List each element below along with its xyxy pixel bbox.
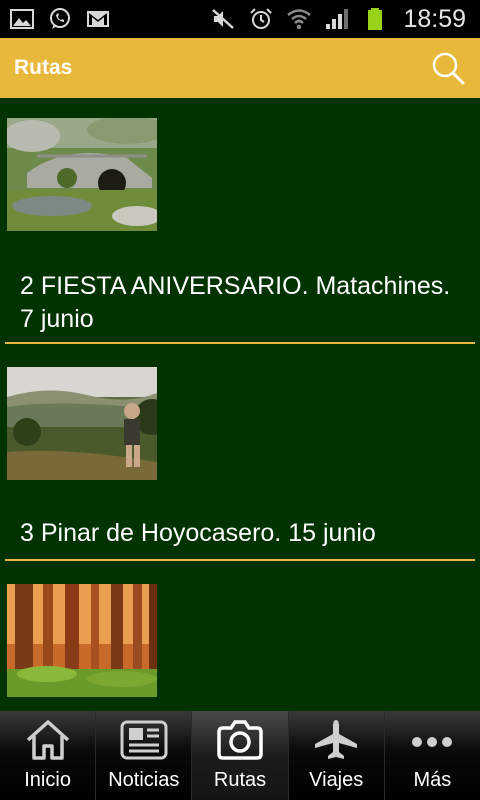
tab-label: Viajes xyxy=(309,769,364,791)
list-item[interactable] xyxy=(0,562,480,711)
tab-label: Rutas xyxy=(213,769,267,791)
route-thumbnail xyxy=(7,118,157,231)
more-icon xyxy=(407,717,457,763)
tab-inicio[interactable]: Inicio xyxy=(0,711,95,800)
alarm-icon xyxy=(247,7,275,31)
whatsapp-icon xyxy=(46,7,74,31)
app-header: Rutas xyxy=(0,38,480,98)
battery-icon xyxy=(361,7,389,31)
tab-label: Más xyxy=(413,769,452,791)
signal-icon xyxy=(323,7,351,31)
gmail-icon xyxy=(84,7,112,31)
home-icon xyxy=(23,717,73,763)
wifi-icon xyxy=(285,7,313,31)
system-icons: 18:59 xyxy=(209,5,466,34)
list-item[interactable]: 2 FIESTA ANIVERSARIO. Matachines. 7 juni… xyxy=(0,98,480,345)
route-divider xyxy=(5,342,475,344)
camera-icon xyxy=(215,717,265,763)
bottom-navigation: Inicio Noticias Rutas Viajes Más xyxy=(0,711,480,800)
search-button[interactable] xyxy=(428,48,468,88)
tab-label: Noticias xyxy=(108,769,180,791)
tab-label: Inicio xyxy=(24,769,71,791)
routes-list: 2 FIESTA ANIVERSARIO. Matachines. 7 juni… xyxy=(0,98,480,711)
tab-viajes[interactable]: Viajes xyxy=(289,711,384,800)
page-title: Rutas xyxy=(14,56,73,79)
route-thumbnail xyxy=(7,584,157,697)
clock: 18:59 xyxy=(403,4,466,33)
app-screen: 18:59 Rutas 2 FIESTA ANIVERSARIO. Matach… xyxy=(0,0,480,800)
mute-icon xyxy=(209,7,237,31)
notification-icons xyxy=(8,7,112,31)
tab-mas[interactable]: Más xyxy=(385,711,480,800)
route-title: 3 Pinar de Hoyocasero. 15 junio xyxy=(20,519,376,547)
route-thumbnail xyxy=(7,367,157,480)
search-icon xyxy=(432,52,465,85)
route-divider xyxy=(5,559,475,561)
tab-noticias[interactable]: Noticias xyxy=(96,711,191,800)
list-item[interactable]: 3 Pinar de Hoyocasero. 15 junio xyxy=(0,345,480,562)
newspaper-icon xyxy=(119,717,169,763)
airplane-icon xyxy=(311,717,361,763)
gallery-icon xyxy=(8,7,36,31)
tab-rutas[interactable]: Rutas xyxy=(192,711,288,800)
route-title: 2 FIESTA ANIVERSARIO. Matachines. 7 juni… xyxy=(20,272,451,333)
status-bar: 18:59 xyxy=(0,0,480,38)
